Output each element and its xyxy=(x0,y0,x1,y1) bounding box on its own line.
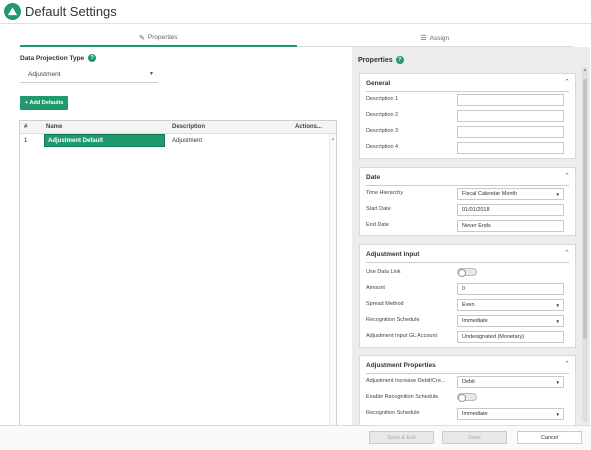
tab-assign-label: Assign xyxy=(429,34,450,42)
title-bar: Default Settings xyxy=(0,0,591,24)
recognition-schedule-value: Immediate xyxy=(462,318,488,324)
gl-account-label: Adjustment Input GL Account xyxy=(366,333,438,339)
adjustment-input-title: Adjustment Input xyxy=(366,251,420,258)
col-header-name[interactable]: Name xyxy=(42,124,167,130)
add-defaults-button[interactable]: + Add Defaults xyxy=(20,96,69,110)
description-4-label: Description 4 xyxy=(366,144,399,150)
recognition-schedule-select[interactable]: Immediate ▼ xyxy=(457,315,564,327)
gl-account-input[interactable]: Undesignated (Monetary) xyxy=(457,331,564,343)
properties-title-row: Properties ? xyxy=(358,56,404,64)
chevron-up-icon[interactable]: ⌃ xyxy=(564,360,570,368)
divider xyxy=(366,91,569,92)
description-1-input[interactable] xyxy=(457,94,564,106)
scroll-up-icon[interactable]: ▲ xyxy=(583,67,587,72)
end-date-input[interactable]: Never Ends xyxy=(457,220,564,232)
properties-scrollbar[interactable]: ▲ xyxy=(582,67,588,422)
defaults-panel: Data Projection Type ? Adjustment ▼ + Ad… xyxy=(18,48,350,450)
save-exit-button[interactable]: Save & Exit xyxy=(369,431,434,444)
chevron-up-icon[interactable]: ⌃ xyxy=(564,249,570,257)
table-row[interactable]: 1 Adjustment Default Adjustment xyxy=(20,134,336,147)
amount-label: Amount xyxy=(366,285,385,291)
enable-recognition-label: Enable Recognition Schedule xyxy=(366,394,439,400)
amount-input[interactable]: 0 xyxy=(457,283,564,295)
caret-down-icon: ▼ xyxy=(555,302,560,308)
use-data-link-label: Use Data Link xyxy=(366,269,401,275)
footer-bar: Save & Exit Save Cancel xyxy=(0,425,591,450)
projection-type-value: Adjustment xyxy=(28,70,61,78)
caret-down-icon: ▼ xyxy=(555,191,560,197)
row-name-cell[interactable]: Adjustment Default xyxy=(42,134,167,147)
recognition-schedule-2-label: Recognition Schedule xyxy=(366,410,420,416)
recognition-schedule-label: Recognition Schedule xyxy=(366,317,420,323)
use-data-link-toggle[interactable] xyxy=(457,268,477,277)
tab-properties-label: Properties xyxy=(147,34,178,41)
pencil-icon: ✎ xyxy=(139,34,145,42)
projection-type-label-row: Data Projection Type ? xyxy=(20,54,97,62)
chevron-up-icon[interactable]: ⌃ xyxy=(564,172,570,180)
adjustment-properties-title: Adjustment Properties xyxy=(366,362,436,369)
row-number: 1 xyxy=(24,137,28,144)
col-header-description[interactable]: Description xyxy=(167,124,291,130)
grid-scrollbar[interactable]: ▲ ▼ xyxy=(329,134,336,450)
row-name: Adjustment Default xyxy=(44,134,165,147)
spread-method-select[interactable]: Even ▼ xyxy=(457,299,564,311)
tab-properties[interactable]: ✎ Properties xyxy=(20,30,297,47)
spread-method-value: Even xyxy=(462,302,475,308)
cancel-button[interactable]: Cancel xyxy=(517,431,582,444)
enable-recognition-toggle[interactable] xyxy=(457,393,477,402)
general-title: General xyxy=(366,80,391,87)
help-icon[interactable]: ? xyxy=(395,56,404,64)
grid-header: # Name Description Actions... xyxy=(20,121,336,134)
recognition-schedule-2-value: Immediate xyxy=(462,411,488,417)
caret-down-icon: ▼ xyxy=(149,71,154,77)
description-2-input[interactable] xyxy=(457,110,564,122)
description-3-input[interactable] xyxy=(457,126,564,138)
col-header-actions[interactable]: Actions... xyxy=(291,124,336,130)
increase-debit-credit-label: Adjustment Increase Debit/Cre... xyxy=(366,378,446,384)
app-logo-icon xyxy=(4,3,21,20)
col-header-number[interactable]: # xyxy=(20,124,42,130)
general-card: General ⌃ Description 1 Description 2 De… xyxy=(359,73,576,159)
chevron-up-icon[interactable]: ⌃ xyxy=(564,78,570,86)
recognition-schedule-2-select[interactable]: Immediate ▼ xyxy=(457,408,564,420)
increase-debit-credit-value: Debit xyxy=(462,379,475,385)
spread-method-label: Spread Method xyxy=(366,301,404,307)
start-date-input[interactable]: 01/01/2018 xyxy=(457,204,564,216)
row-description: Adjustment xyxy=(172,137,203,144)
time-hierarchy-select[interactable]: Fiscal Calendar Month ▼ xyxy=(457,188,564,200)
divider xyxy=(366,262,569,263)
help-icon[interactable]: ? xyxy=(88,54,97,62)
description-4-input[interactable] xyxy=(457,142,564,154)
description-1-label: Description 1 xyxy=(366,96,399,102)
date-card: Date ⌃ Time Hierarchy Fiscal Calendar Mo… xyxy=(359,167,576,236)
adjustment-properties-card: Adjustment Properties ⌃ Adjustment Incre… xyxy=(359,355,576,425)
increase-debit-credit-select[interactable]: Debit ▼ xyxy=(457,376,564,388)
save-button[interactable]: Save xyxy=(442,431,507,444)
properties-title: Properties xyxy=(358,56,393,64)
scroll-up-icon[interactable]: ▲ xyxy=(331,136,335,141)
tab-assign[interactable]: ☰ Assign xyxy=(296,30,573,47)
caret-down-icon: ▼ xyxy=(555,411,560,417)
scrollbar-thumb[interactable] xyxy=(583,79,587,339)
caret-down-icon: ▼ xyxy=(555,318,560,324)
divider xyxy=(366,185,569,186)
start-date-label: Start Date xyxy=(366,206,391,212)
date-title: Date xyxy=(366,174,381,181)
adjustment-input-card: Adjustment Input ⌃ Use Data Link Amount … xyxy=(359,244,576,348)
projection-type-select[interactable]: Adjustment ▼ xyxy=(20,66,158,83)
divider xyxy=(366,373,569,374)
description-3-label: Description 3 xyxy=(366,128,399,134)
description-2-label: Description 2 xyxy=(366,112,399,118)
caret-down-icon: ▼ xyxy=(555,379,560,385)
time-hierarchy-value: Fiscal Calendar Month xyxy=(462,191,518,197)
defaults-grid: # Name Description Actions... 1 Adjustme… xyxy=(19,120,337,450)
end-date-label: End Date xyxy=(366,222,389,228)
list-icon: ☰ xyxy=(420,35,427,42)
tab-bar: ✎ Properties ☰ Assign xyxy=(20,30,573,47)
projection-type-label: Data Projection Type xyxy=(20,54,85,62)
time-hierarchy-label: Time Hierarchy xyxy=(366,190,404,196)
properties-panel: Properties ? General ⌃ Description 1 Des… xyxy=(352,47,590,425)
page-title: Default Settings xyxy=(25,4,117,19)
